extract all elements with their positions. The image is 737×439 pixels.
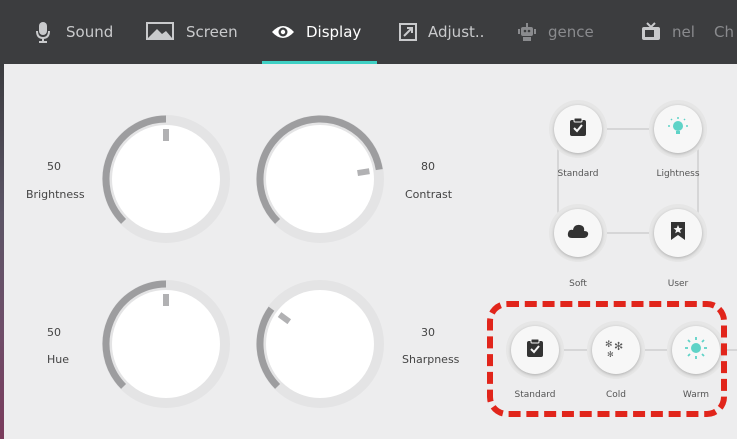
tab-adjust[interactable]: Adjust.. — [398, 0, 484, 64]
hue-label: Hue — [47, 353, 70, 366]
picture-mode-user-button[interactable] — [654, 209, 702, 257]
picture-mode-soft-label: Soft — [569, 279, 587, 289]
cloud-icon — [567, 223, 589, 243]
robot-icon — [516, 21, 538, 43]
tab-ch-overflow-label: Ch — [714, 23, 734, 41]
picture-mode-standard-label: Standard — [557, 169, 599, 179]
brightness-knob[interactable] — [98, 111, 234, 247]
brightness-value: 50 — [47, 160, 61, 173]
picture-mode-soft-button[interactable] — [554, 209, 602, 257]
knob-face — [266, 290, 374, 398]
tab-screen-label: Screen — [186, 23, 238, 41]
tab-screen[interactable]: Screen — [144, 0, 238, 64]
picture-mode-lightness-button[interactable] — [654, 105, 702, 153]
lightbulb-icon — [668, 117, 688, 141]
knob-indicator — [357, 168, 370, 177]
picture-mode-user-label: User — [667, 279, 689, 289]
tab-intelligence-label: gence — [548, 23, 594, 41]
hue-knob[interactable] — [98, 276, 234, 412]
knob-face — [266, 125, 374, 233]
top-tab-bar: Sound Screen Display Adjust.. gence nel … — [0, 0, 737, 64]
tab-display-label: Display — [306, 23, 362, 41]
tab-channel[interactable]: nel — [640, 0, 695, 64]
contrast-knob[interactable] — [252, 111, 388, 247]
tab-display[interactable]: Display — [261, 0, 378, 64]
tab-sound-label: Sound — [66, 23, 114, 41]
adjust-icon — [398, 21, 418, 43]
brightness-label: Brightness — [26, 188, 85, 201]
color-temp-highlight-box — [487, 301, 727, 417]
sharpness-value: 30 — [421, 326, 435, 339]
tab-adjust-label: Adjust.. — [428, 23, 485, 41]
clipboard-check-icon — [569, 117, 587, 141]
tab-sound[interactable]: Sound — [30, 0, 113, 64]
bookmark-star-icon — [670, 221, 686, 245]
sharpness-label: Sharpness — [402, 353, 460, 366]
picture-mode-lightness-label: Lightness — [656, 169, 700, 179]
knob-face — [112, 125, 220, 233]
knob-face — [112, 290, 220, 398]
tab-channel-label: nel — [672, 23, 695, 41]
contrast-value: 80 — [421, 160, 435, 173]
screen-icon — [144, 21, 176, 43]
tab-intelligence[interactable]: gence — [516, 0, 594, 64]
eye-icon — [270, 21, 296, 43]
tab-ch-overflow[interactable]: Ch — [714, 0, 734, 64]
sharpness-knob[interactable] — [252, 276, 388, 412]
microphone-icon — [30, 21, 56, 43]
contrast-label: Contrast — [405, 188, 453, 201]
tv-icon — [640, 21, 662, 43]
hue-value: 50 — [47, 326, 61, 339]
picture-mode-standard-button[interactable] — [554, 105, 602, 153]
